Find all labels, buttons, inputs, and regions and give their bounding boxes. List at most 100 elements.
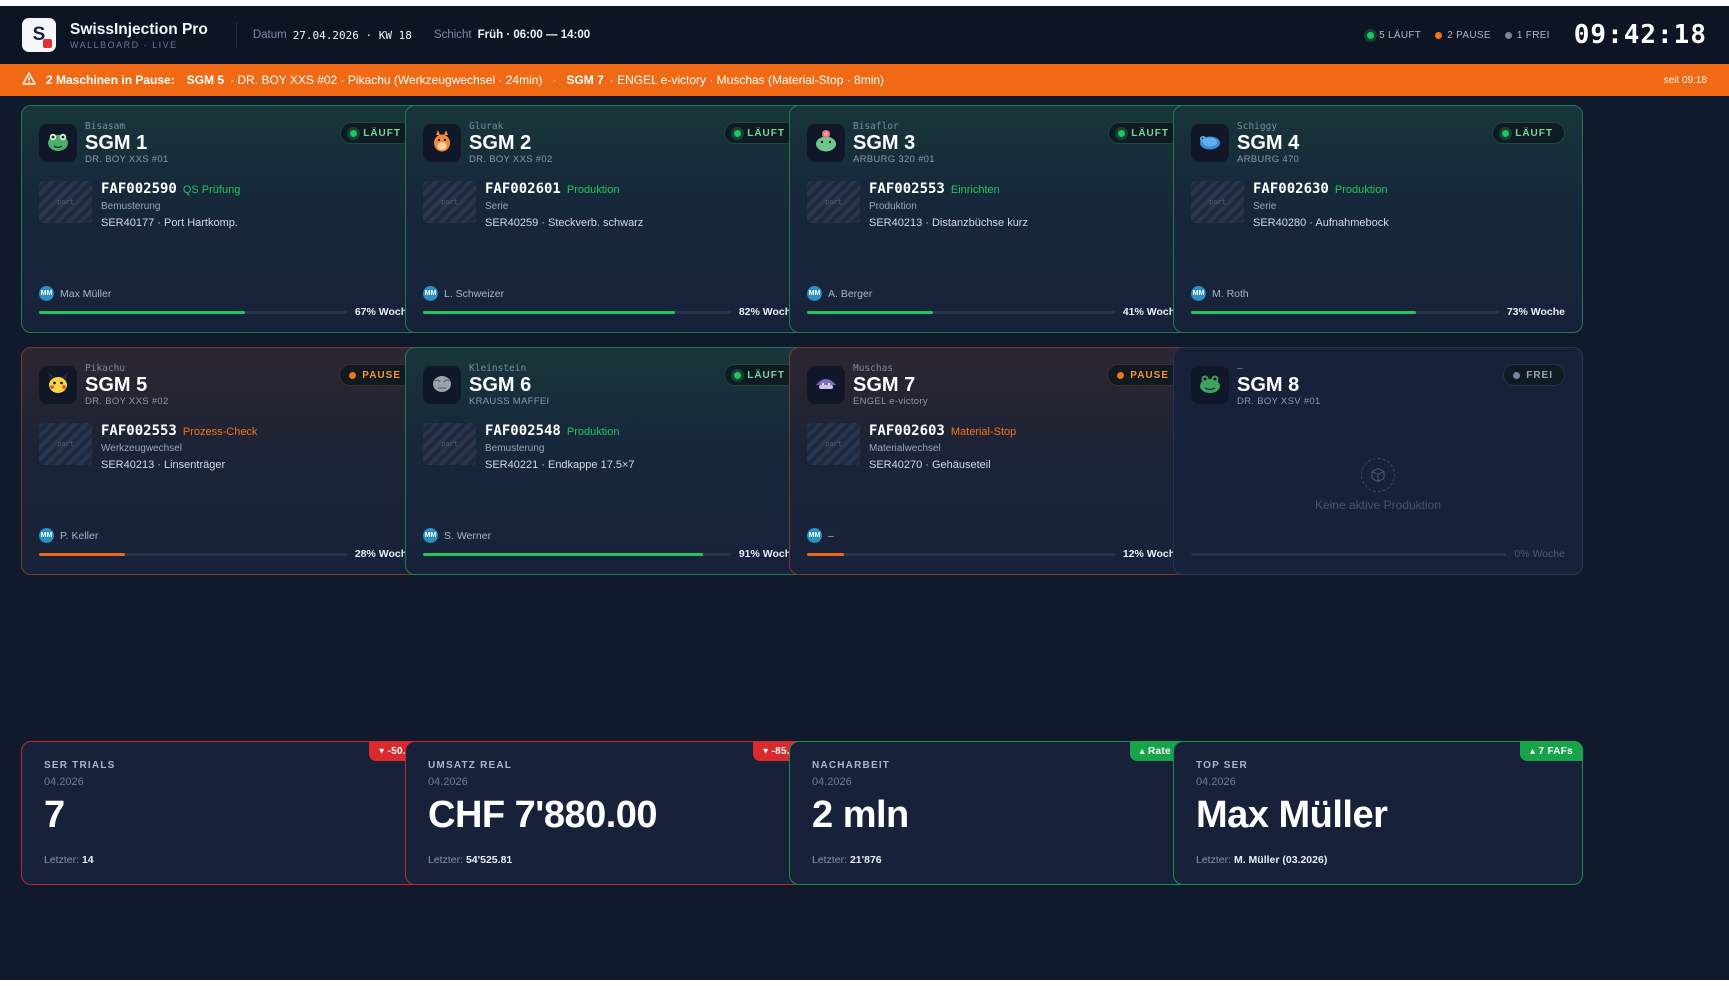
kpi-value: 7 [44,794,65,836]
order-kind: Serie [485,201,509,212]
alert-machine-2-text: · ENGEL e-victory · Muschas (Material-St… [609,73,885,87]
alert-headline: 2 Maschinen in Pause: [46,73,175,87]
kpi-value: CHF 7'880.00 [428,794,658,836]
machine-card-sgm2[interactable]: Glurak SGM 2 DR. BOY XXS #02 LÄUFT part FAF00… [405,105,815,333]
status-badge: LÄUFT [724,122,797,144]
machine-avatar [39,366,77,404]
order-details: FAF002553 Einrichten Produktion SER40213 · … [869,181,1028,229]
weekly-progress: 0% Woche [1191,548,1565,560]
kpi-title: UMSATZ REAL [428,760,513,771]
machine-card-sgm3[interactable]: Bisaflor SGM 3 ARBURG 320 #01 LÄUFT part FAF0… [789,105,1199,333]
trend-chip: ▴ 7 FAFs [1520,741,1583,761]
pokemon-name: Glurak [469,121,504,132]
operator: MM M. Roth [1191,286,1249,301]
status-label: LÄUFT [1515,127,1553,139]
weekly-progress: 82% Woche [423,306,797,318]
glurak-icon [429,128,455,159]
pause-dot-icon [1435,31,1443,39]
card-title: Pikachu SGM 5 DR. BOY XXS #02 [85,363,169,408]
pokemon-name: Muschas [853,363,894,374]
machine-card-sgm1[interactable]: Bisasam SGM 1 DR. BOY XXS #01 LÄUFT part FAF0… [21,105,431,333]
wallboard-screen: S SwissInjection Pro WALLBOARD · LIVE Da… [0,6,1729,980]
order-details: FAF002553 Prozess-Check Werkzeugwechsel SER… [101,423,257,471]
weekly-progress: 28% Woche [39,548,413,560]
operator-name: P. Keller [60,529,99,542]
machine-name: SGM 4 [1237,132,1300,154]
legend-pause-label: 2 PAUSE [1447,29,1491,41]
machine-card-sgm5[interactable]: Pikachu SGM 5 DR. BOY XXS #02 PAUSE part FAF0… [21,347,431,575]
kpi-previous-label: Letzter: [1196,854,1232,866]
progress-fill [423,552,704,556]
operator: MM S. Werner [423,528,491,543]
run-status-dot-icon [350,129,358,137]
machine-model: DR. BOY XXS #01 [85,154,169,165]
order-state: Produktion [566,184,620,196]
pokemon-name: Pikachu [85,363,126,374]
kpi-title: NACHARBEIT [812,760,891,771]
alert-machine-1-text: · DR. BOY XXS #02 · Pikachu (Werkzeugwec… [230,73,543,87]
order-kind: Bemusterung [101,201,161,212]
status-label: LÄUFT [1131,127,1169,139]
weekly-progress: 67% Woche [39,306,413,318]
machine-name: SGM 6 [469,374,532,396]
legend-free-label: 1 FREI [1516,29,1550,41]
progress-label: 73% Woche [1506,306,1565,318]
progress-track [39,552,347,556]
status-badge: LÄUFT [724,364,797,386]
pause-status-dot-icon [349,371,357,379]
status-label: LÄUFT [747,127,785,139]
faf-line: FAF002553 Einrichten [869,181,1028,197]
ser-article: SER40213 · Linsenträger [101,459,226,471]
card-title: Bisasam SGM 1 DR. BOY XXS #01 [85,122,169,166]
kpi-previous-label: Letzter: [812,854,848,866]
operator: MM A. Berger [807,286,872,301]
ser-article: SER40270 · Gehäuseteil [869,459,991,471]
machine-name: SGM 2 [469,132,532,154]
muschas-icon [813,370,839,401]
status-legend: 5 LÄUFT 2 PAUSE 1 FREI 09:42:18 [1367,20,1707,50]
card-header: Bisasam SGM 1 DR. BOY XXS #01 LÄUFT [39,122,413,165]
order-info: part FAF002590 QS Prüfung Bemusterung SER401… [39,181,413,229]
card-header: Pikachu SGM 5 DR. BOY XXS #02 PAUSE [39,364,413,407]
date-label: Datum [252,29,287,41]
alert-separator: · [552,73,557,87]
operator-name: S. Werner [444,529,492,542]
kpi-previous: Letzter: 14 [44,854,94,866]
faf-number: FAF002548 [485,423,561,439]
kpi-period: 04.2026 [812,776,852,788]
card-header: Bisaflor SGM 3 ARBURG 320 #01 LÄUFT [807,122,1181,165]
status-badge: FREI [1503,364,1565,386]
alert-machine-1: SGM 5 [186,73,225,87]
pokemon-name: Bisaflor [853,121,899,132]
date-value: 27.04.2026 · KW 18 [292,28,412,42]
progress-track [423,310,731,314]
warning-icon [22,72,36,88]
status-badge: LÄUFT [1108,122,1181,144]
empty-state-text: Keine aktive Produktion [1314,498,1442,512]
card-header: Muschas SGM 7 ENGEL e-victory PAUSE [807,364,1181,407]
legend-running: 5 LÄUFT [1367,30,1421,41]
order-info: part FAF002553 Einrichten Produktion SER4021… [807,181,1181,229]
status-badge: PAUSE [1107,364,1181,386]
kpi-title: TOP SER [1196,760,1248,771]
kpi-previous: Letzter: M. Müller (03.2026) [1196,854,1327,866]
progress-fill [423,310,676,314]
order-info: part FAF002630 Produktion Serie SER40280 · A… [1191,181,1565,229]
kpi-previous-value: 14 [81,854,94,866]
machine-avatar [807,366,845,404]
kpi-period: 04.2026 [44,776,84,788]
machine-card-sgm7[interactable]: Muschas SGM 7 ENGEL e-victory PAUSE part FAF0… [789,347,1199,575]
machine-card-sgm6[interactable]: Kleinstein SGM 6 KRAUSS MAFFEI LÄUFT part FAF… [405,347,815,575]
card-header: Kleinstein SGM 6 KRAUSS MAFFEI LÄUFT [423,364,797,407]
brand-block: SwissInjection Pro WALLBOARD · LIVE [70,21,208,50]
machine-card-sgm8[interactable]: – SGM 8 DR. BOY XSV #01 FREI Keine aktive Pr… [1173,347,1583,575]
running-dot-icon [1367,31,1375,39]
progress-label: 0% Woche [1514,548,1565,560]
kpi-previous-value: 21'876 [849,854,882,866]
order-kind: Bemusterung [485,443,545,454]
weekly-progress: 91% Woche [423,548,797,560]
machine-name: SGM 8 [1237,374,1300,396]
order-state: Prozess-Check [182,426,258,438]
kleinstein-icon [429,370,455,401]
machine-card-sgm4[interactable]: Schiggy SGM 4 ARBURG 470 LÄUFT part FAF002630… [1173,105,1583,333]
